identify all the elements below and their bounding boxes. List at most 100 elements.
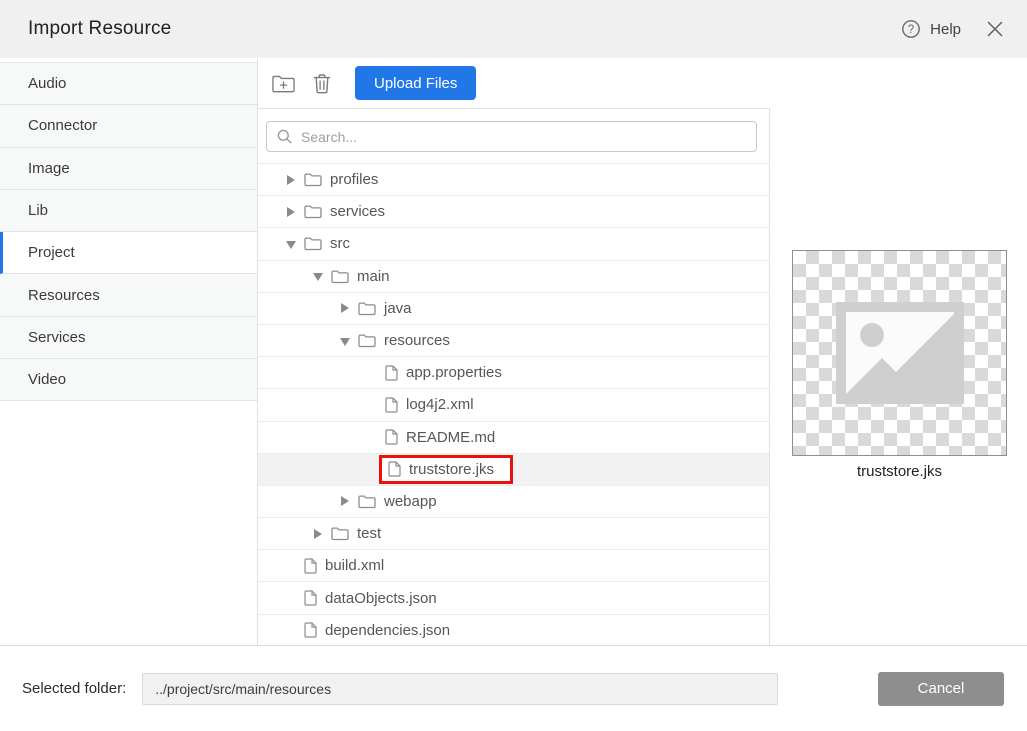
tree-row-inner: dataObjects.json — [304, 590, 437, 607]
preview-panel: truststore.jks — [770, 108, 1027, 645]
tree-row-inner: services — [304, 203, 385, 220]
help-button[interactable]: ? Help — [901, 19, 961, 39]
expander-icon[interactable] — [340, 303, 350, 313]
dialog-header: Import Resource ? Help — [0, 0, 1027, 58]
preview-caption: truststore.jks — [792, 463, 1007, 480]
expander-icon[interactable] — [286, 561, 296, 571]
tree-row-inner: resources — [358, 332, 450, 349]
file-icon — [304, 622, 317, 638]
expander-icon[interactable] — [313, 271, 323, 281]
search-icon — [277, 129, 292, 144]
tree-row-inner: main — [331, 268, 390, 285]
file-icon — [304, 558, 317, 574]
expander-icon[interactable] — [286, 175, 296, 185]
sidebar-item-project[interactable]: Project — [0, 232, 257, 274]
tree-row[interactable]: resources — [258, 324, 769, 356]
expander-icon[interactable] — [313, 529, 323, 539]
sidebar-item-lib[interactable]: Lib — [0, 190, 257, 232]
tree-row[interactable]: README.md — [258, 421, 769, 453]
sidebar-item-video[interactable]: Video — [0, 359, 257, 401]
tree-row[interactable]: java — [258, 292, 769, 324]
tree-row[interactable]: dataObjects.json — [258, 581, 769, 613]
tree-row[interactable]: services — [258, 195, 769, 227]
file-icon — [304, 590, 317, 606]
expander-icon[interactable] — [367, 464, 377, 474]
help-label: Help — [930, 21, 961, 38]
tree-row-label: truststore.jks — [409, 461, 494, 478]
tree-row-label: build.xml — [325, 557, 384, 574]
folder-icon — [304, 204, 322, 219]
selected-folder-label: Selected folder: — [22, 680, 126, 697]
tree-row-inner: README.md — [385, 429, 495, 446]
file-tree: profiles services — [258, 163, 769, 645]
tree-row[interactable]: webapp — [258, 485, 769, 517]
category-sidebar: Audio Connector Image Lib Project Resour… — [0, 58, 258, 645]
folder-icon — [358, 333, 376, 348]
tree-row-inner: src — [304, 235, 350, 252]
expander-icon[interactable] — [340, 496, 350, 506]
sidebar-item-label: Services — [28, 329, 86, 346]
dialog-body: Audio Connector Image Lib Project Resour… — [0, 58, 1027, 645]
new-folder-button[interactable] — [268, 70, 299, 97]
file-icon — [385, 365, 398, 381]
tree-row-inner: test — [331, 525, 381, 542]
sidebar-list: Audio Connector Image Lib Project Resour… — [0, 62, 257, 401]
search-box — [266, 121, 757, 152]
sidebar-item-label: Video — [28, 371, 66, 388]
folder-icon — [358, 494, 376, 509]
expander-icon[interactable] — [367, 368, 377, 378]
toolbar: Upload Files — [258, 58, 1027, 108]
tree-row[interactable]: main — [258, 260, 769, 292]
tree-row-inner: build.xml — [304, 557, 384, 574]
file-icon — [385, 429, 398, 445]
sidebar-item-label: Resources — [28, 287, 100, 304]
tree-row-inner: profiles — [304, 171, 378, 188]
sidebar-item-audio[interactable]: Audio — [0, 63, 257, 105]
expander-icon[interactable] — [367, 400, 377, 410]
tree-row[interactable]: build.xml — [258, 549, 769, 581]
page-title: Import Resource — [28, 18, 171, 40]
tree-row[interactable]: test — [258, 517, 769, 549]
expander-icon[interactable] — [286, 207, 296, 217]
folder-icon — [358, 301, 376, 316]
tree-row[interactable]: app.properties — [258, 356, 769, 388]
tree-row-label: main — [357, 268, 390, 285]
folder-icon — [304, 236, 322, 251]
tree-row-label: README.md — [406, 429, 495, 446]
tree-row-inner: webapp — [358, 493, 437, 510]
sidebar-item-services[interactable]: Services — [0, 317, 257, 359]
sidebar-item-image[interactable]: Image — [0, 148, 257, 190]
tree-row-label: test — [357, 525, 381, 542]
tree-row[interactable]: dependencies.json — [258, 614, 769, 645]
delete-button[interactable] — [309, 69, 335, 98]
tree-row-label: app.properties — [406, 364, 502, 381]
tree-row-label: services — [330, 203, 385, 220]
tree-row-inner: app.properties — [385, 364, 502, 381]
sidebar-item-resources[interactable]: Resources — [0, 274, 257, 316]
file-tree-panel: profiles services — [258, 108, 770, 645]
sidebar-item-label: Lib — [28, 202, 48, 219]
help-icon: ? — [901, 19, 921, 39]
cancel-button[interactable]: Cancel — [878, 672, 1004, 706]
expander-icon[interactable] — [340, 336, 350, 346]
tree-row[interactable]: profiles — [258, 163, 769, 195]
sidebar-item-label: Image — [28, 160, 70, 177]
expander-icon[interactable] — [286, 593, 296, 603]
sidebar-item-label: Project — [28, 244, 75, 261]
tree-row[interactable]: src — [258, 227, 769, 259]
close-button[interactable] — [987, 21, 1003, 37]
expander-icon[interactable] — [367, 432, 377, 442]
upload-files-button[interactable]: Upload Files — [355, 66, 476, 100]
tree-row[interactable]: truststore.jks — [258, 453, 769, 485]
tree-row-inner: truststore.jks — [379, 455, 513, 484]
tree-row-label: webapp — [384, 493, 437, 510]
tree-row-label: log4j2.xml — [406, 396, 474, 413]
selected-folder-input[interactable] — [142, 673, 778, 705]
search-input[interactable] — [301, 129, 746, 145]
tree-row[interactable]: log4j2.xml — [258, 388, 769, 420]
expander-icon[interactable] — [286, 625, 296, 635]
sidebar-item-connector[interactable]: Connector — [0, 105, 257, 147]
dialog-footer: Selected folder: Cancel — [0, 645, 1027, 731]
new-folder-icon — [272, 74, 295, 93]
expander-icon[interactable] — [286, 239, 296, 249]
